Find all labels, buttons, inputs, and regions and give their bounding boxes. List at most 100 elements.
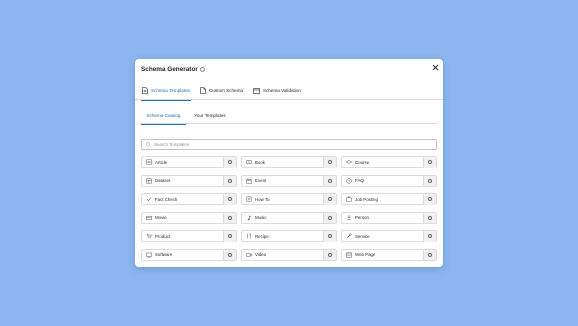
modal-title: Schema Generator — [141, 66, 198, 73]
info-icon — [228, 252, 232, 257]
template-card-faq[interactable]: FAQ — [341, 174, 437, 187]
template-card-service[interactable]: Service — [341, 230, 437, 242]
info-icon — [328, 215, 332, 220]
modal-header: Schema Generator — [135, 59, 443, 81]
template-label: Fact Check — [155, 196, 178, 202]
info-button[interactable] — [423, 231, 436, 242]
template-label: How To — [255, 196, 270, 202]
template-card-job-posting[interactable]: Job Posting — [341, 193, 437, 205]
template-label: Product — [155, 233, 171, 239]
search-input[interactable] — [151, 140, 421, 149]
info-icon — [328, 197, 332, 202]
info-button[interactable] — [423, 194, 436, 205]
template-card-fact-check[interactable]: Fact Check — [141, 193, 237, 205]
web-page-icon — [346, 252, 352, 258]
info-icon — [428, 234, 432, 239]
music-icon — [246, 215, 252, 221]
product-icon — [146, 233, 152, 239]
template-label: Person — [355, 215, 369, 220]
template-label: Course — [355, 159, 370, 165]
template-card-recipe[interactable]: Recipe — [241, 230, 337, 242]
info-button[interactable] — [223, 212, 236, 224]
info-button[interactable] — [323, 231, 336, 242]
tab-schema-templates[interactable]: Schema Templates — [141, 81, 191, 101]
tab-schema-catalog[interactable]: Schema Catalog — [141, 106, 186, 125]
template-label: Event — [255, 178, 267, 183]
info-button[interactable] — [323, 212, 336, 224]
template-label: Book — [255, 159, 266, 165]
template-label: Music — [255, 215, 267, 220]
template-card-article[interactable]: Article — [141, 156, 237, 168]
template-label: FAQ — [355, 178, 364, 183]
info-icon — [228, 178, 232, 183]
help-icon[interactable] — [200, 67, 205, 72]
template-card-movie[interactable]: Movie — [141, 211, 237, 224]
info-icon — [228, 197, 232, 202]
movie-icon — [146, 215, 152, 221]
tab-label: Schema Validation — [263, 88, 301, 93]
info-button[interactable] — [223, 157, 236, 168]
job-posting-icon — [346, 196, 352, 202]
template-card-event[interactable]: Event — [241, 174, 337, 187]
info-button[interactable] — [423, 212, 436, 224]
person-icon — [346, 215, 352, 221]
schema-generator-modal: Schema Generator Schema Templates Custom… — [135, 59, 443, 267]
template-card-person[interactable]: Person — [341, 211, 437, 224]
info-button[interactable] — [323, 175, 336, 187]
info-icon — [428, 215, 432, 220]
tab-label: Schema Templates — [151, 88, 190, 93]
info-icon — [328, 234, 332, 239]
info-icon — [328, 178, 332, 183]
info-icon — [228, 234, 232, 239]
info-button[interactable] — [223, 231, 236, 242]
window-icon — [253, 87, 260, 94]
info-icon — [428, 252, 432, 257]
tab-label: Custom Schema — [209, 88, 243, 93]
book-icon — [246, 159, 252, 165]
template-card-web-page[interactable]: Web Page — [341, 248, 437, 261]
info-button[interactable] — [423, 157, 436, 168]
template-card-book[interactable]: Book — [241, 156, 337, 168]
fact-check-icon — [146, 196, 152, 202]
info-icon — [328, 160, 332, 165]
info-icon — [328, 252, 332, 257]
info-button[interactable] — [223, 249, 236, 261]
info-button[interactable] — [423, 175, 436, 187]
tab-your-templates[interactable]: Your Templates — [189, 106, 231, 124]
info-button[interactable] — [323, 249, 336, 261]
template-card-course[interactable]: Course — [341, 156, 437, 168]
info-button[interactable] — [323, 157, 336, 168]
template-card-how-to[interactable]: How To — [241, 193, 337, 205]
video-icon — [246, 252, 252, 258]
main-tabs: Schema Templates Custom Schema Schema Va… — [135, 81, 443, 101]
template-label: Recipe — [255, 233, 269, 239]
tab-schema-validation[interactable]: Schema Validation — [253, 81, 301, 100]
article-icon — [146, 159, 152, 165]
tab-custom-schema[interactable]: Custom Schema — [200, 81, 243, 100]
service-icon — [346, 233, 352, 239]
info-icon — [428, 160, 432, 165]
info-button[interactable] — [223, 194, 236, 205]
template-card-dataset[interactable]: Dataset — [141, 174, 237, 187]
template-label: Video — [255, 252, 267, 257]
how-to-icon — [246, 196, 252, 202]
info-button[interactable] — [223, 175, 236, 187]
close-icon[interactable] — [431, 63, 439, 71]
software-icon — [146, 252, 152, 258]
info-button[interactable] — [423, 249, 436, 261]
template-card-music[interactable]: Music — [241, 211, 337, 224]
template-label: Service — [355, 233, 370, 239]
template-label: Software — [155, 252, 173, 257]
info-icon — [428, 178, 432, 183]
template-label: Article — [155, 159, 168, 165]
template-label: Movie — [155, 215, 167, 220]
template-card-software[interactable]: Software — [141, 248, 237, 261]
template-label: Dataset — [155, 178, 171, 183]
template-label: Web Page — [355, 252, 376, 257]
template-card-video[interactable]: Video — [241, 248, 337, 261]
template-card-product[interactable]: Product — [141, 230, 237, 242]
recipe-icon — [246, 233, 252, 239]
info-button[interactable] — [323, 194, 336, 205]
template-label: Job Posting — [355, 196, 378, 202]
event-icon — [246, 178, 252, 184]
